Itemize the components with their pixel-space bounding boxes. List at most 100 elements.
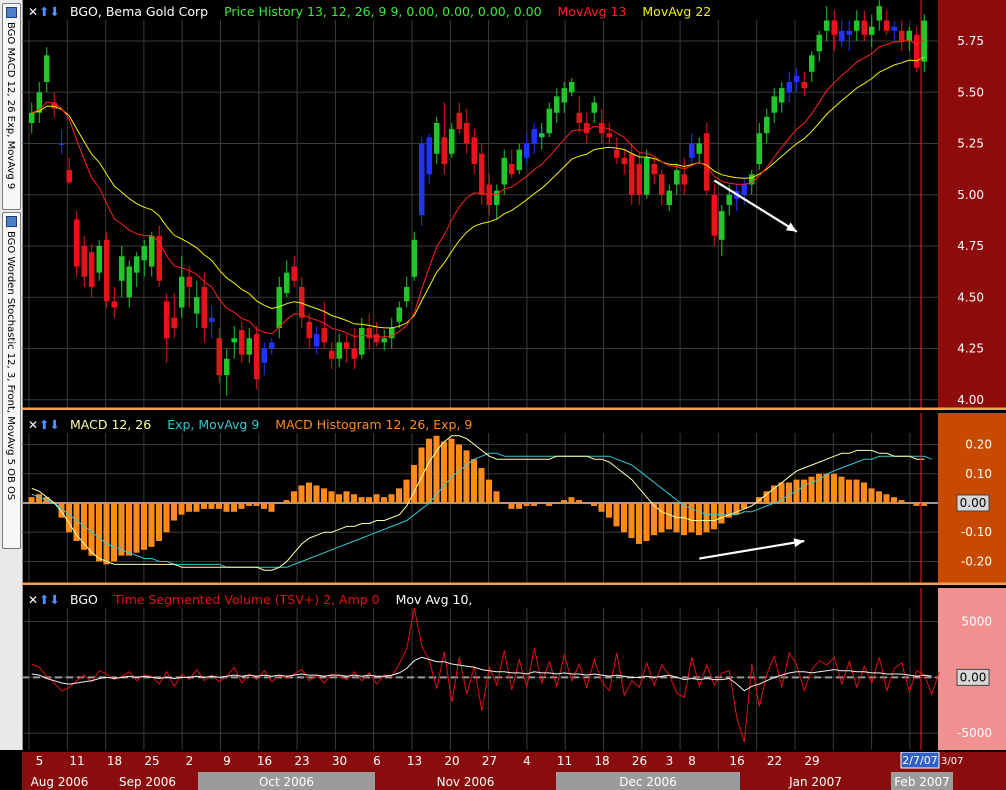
- candle-body: [59, 143, 65, 145]
- histogram-bar: [328, 491, 335, 503]
- arrow-down-icon[interactable]: ⬇: [50, 592, 60, 607]
- arrow-down-icon[interactable]: ⬇: [50, 4, 60, 19]
- histogram-bar: [606, 503, 612, 518]
- histogram-bar: [193, 503, 200, 512]
- date-day-label: 20: [444, 754, 459, 768]
- candle-body: [501, 157, 507, 185]
- candle-body: [681, 174, 687, 185]
- candle-body: [134, 256, 140, 273]
- date-day-label: 16: [257, 754, 272, 768]
- sidebar-tab-stochastic[interactable]: BGO Worden Stochastic 12, 3, Front, MovA…: [2, 212, 21, 549]
- histogram-bar: [216, 503, 222, 509]
- candle-body: [621, 157, 627, 164]
- candle-body: [306, 321, 312, 339]
- tsv-pane[interactable]: 5000 0.00 -5000 ✕⬆⬇ BGO Time Segmented Vol…: [22, 588, 1006, 750]
- histogram-bar: [861, 482, 867, 503]
- candle-body: [209, 317, 215, 322]
- macd-label: MACD 12, 26: [70, 417, 152, 432]
- histogram-bar: [508, 503, 515, 509]
- date-month-label: Oct 2006: [259, 775, 314, 789]
- candle-body: [149, 235, 155, 267]
- histogram-bar: [583, 503, 590, 504]
- arrow-down-icon[interactable]: ⬇: [50, 417, 60, 432]
- arrow-up-icon[interactable]: ⬆: [39, 4, 49, 19]
- histogram-bar: [636, 503, 642, 544]
- tsv-titlebar: ✕⬆⬇ BGO Time Segmented Volume (TSV+) 2, …: [28, 592, 484, 608]
- candle-body: [569, 82, 575, 93]
- candle-body: [831, 20, 837, 35]
- histogram-bar: [898, 500, 905, 503]
- price-chart: 5.75 5.50 5.25 5.00 4.75 4.50 4.25 4.00: [22, 0, 1006, 410]
- date-day-label: 16: [729, 754, 744, 768]
- macd-pane[interactable]: 0.20 0.10 0.00 -0.10 -0.20 ✕⬆⬇ MACD 12, 26 E…: [22, 413, 1006, 585]
- tsv-axis-label: 5000: [961, 615, 992, 629]
- candle-body: [711, 194, 717, 236]
- divergence-arrow-macd: [699, 539, 805, 560]
- candle-body: [531, 129, 537, 144]
- date-day-label: 22: [767, 754, 782, 768]
- arrow-up-icon[interactable]: ⬆: [39, 417, 49, 432]
- candle-body: [794, 75, 800, 82]
- candle-body: [839, 30, 845, 41]
- date-day-label: 2: [186, 754, 194, 768]
- histogram-bar: [306, 482, 312, 503]
- price-pane[interactable]: 5.75 5.50 5.25 5.00 4.75 4.50 4.25 4.00 ✕⬆⬇ BGO…: [22, 0, 1006, 410]
- histogram-bar: [696, 503, 702, 536]
- histogram-bar: [448, 438, 455, 503]
- date-axis[interactable]: 5 11 18 25 2 9 16 23 30 6 13 20 27 4 11 18 26 3 8 16 22 29 Aug…: [22, 752, 1006, 790]
- histogram-bar: [486, 479, 492, 503]
- histogram-bar: [261, 503, 267, 509]
- candle-body: [426, 137, 432, 175]
- candle-body: [261, 348, 267, 363]
- histogram-bar: [403, 479, 410, 503]
- histogram-bar: [396, 488, 402, 503]
- macd-axis-label: 0.10: [965, 467, 992, 481]
- histogram-bar: [868, 488, 875, 503]
- price-axis-label: 4.75: [957, 239, 984, 253]
- candle-body: [44, 55, 50, 82]
- candle-body: [629, 153, 635, 195]
- arrow-up-icon[interactable]: ⬆: [39, 592, 49, 607]
- histogram-bar: [628, 503, 635, 539]
- histogram-bar: [703, 503, 710, 533]
- candle-body: [899, 30, 905, 41]
- histogram-bar: [906, 503, 912, 504]
- candle-body: [66, 170, 72, 183]
- candle-body: [509, 164, 515, 175]
- histogram-bar: [846, 479, 852, 503]
- macd-chart: 0.20 0.10 0.00 -0.10 -0.20: [22, 413, 1006, 585]
- sidebar-tab-macd[interactable]: BGO MACD 12, 26 Exp, MovAvg 9: [2, 3, 21, 210]
- candle-body: [636, 164, 642, 195]
- histogram-bar: [553, 503, 560, 504]
- candle-body: [561, 88, 567, 103]
- candle-body: [359, 328, 365, 355]
- price-axis-label: 5.50: [957, 85, 984, 99]
- macd-axis-label: -0.10: [961, 525, 992, 539]
- candle-body: [351, 348, 357, 359]
- date-day-label: 26: [632, 754, 647, 768]
- candle-body: [89, 252, 95, 287]
- histogram-bar: [171, 503, 177, 521]
- close-icon[interactable]: ✕: [28, 593, 38, 607]
- cursor-date-label: 2/7/07: [902, 754, 937, 767]
- histogram-bar: [546, 503, 552, 506]
- candle-body: [726, 194, 732, 205]
- histogram-bar: [463, 450, 470, 503]
- price-symbol: BGO, Bema Gold Corp: [70, 4, 209, 19]
- histogram-bar: [381, 497, 387, 503]
- date-day-label: 13: [407, 754, 422, 768]
- candle-body: [96, 246, 102, 273]
- close-icon[interactable]: ✕: [28, 418, 38, 432]
- close-icon[interactable]: ✕: [28, 5, 38, 19]
- candle-body: [786, 82, 792, 93]
- histogram-bar: [808, 476, 815, 503]
- candle-body: [329, 350, 335, 359]
- candle-body: [201, 287, 207, 328]
- candle-body: [674, 170, 680, 185]
- histogram-bar: [711, 503, 717, 530]
- candle-body: [269, 342, 275, 349]
- price-indicator-label: Price History 13, 12, 26, 9 9, 0.00, 0.0…: [224, 4, 542, 19]
- histogram-bar: [718, 503, 725, 524]
- histogram-bar: [456, 444, 462, 503]
- candle-body: [756, 133, 762, 164]
